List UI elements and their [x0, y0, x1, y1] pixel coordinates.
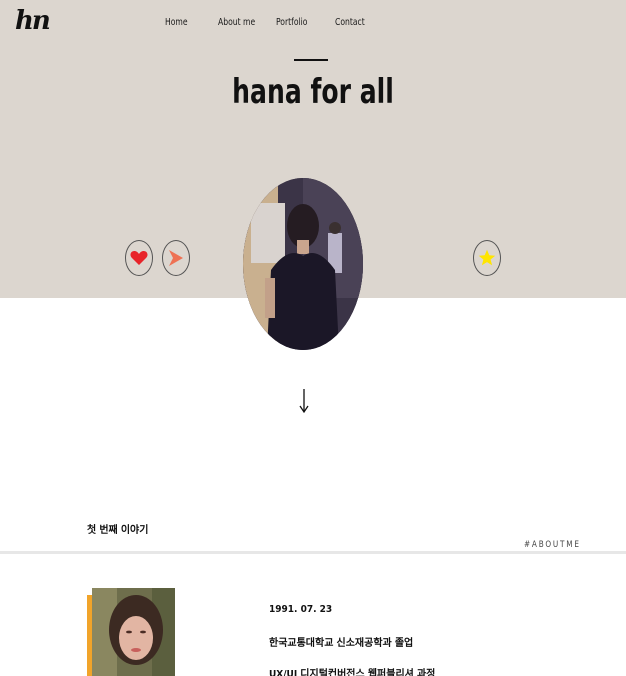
main-nav: Home About me Portfolio Contact [0, 17, 626, 33]
section-divider [0, 551, 626, 554]
about-photo [92, 588, 175, 676]
play-icon [169, 250, 183, 266]
profile-photo [243, 178, 363, 350]
heart-icon [130, 251, 148, 265]
like-button[interactable] [125, 240, 153, 276]
nav-item-portfolio[interactable]: Portfolio [276, 17, 307, 28]
page-title: hana for all [232, 72, 394, 112]
arrow-down-icon[interactable] [298, 388, 310, 414]
play-button[interactable] [162, 240, 190, 276]
education-text: 한국교통대학교 신소재공학과 졸업 [269, 638, 414, 649]
nav-item-about[interactable]: About me [218, 17, 255, 28]
birthdate-text: 1991. 07. 23 [269, 604, 333, 615]
title-divider [294, 59, 328, 61]
nav-item-home[interactable]: Home [165, 17, 188, 28]
favorite-button[interactable] [473, 240, 501, 276]
nav-item-contact[interactable]: Contact [335, 17, 365, 28]
section-title: 첫 번째 이야기 [87, 525, 149, 536]
course-text: UX/UI 디지털컨버전스 웹퍼블리셔 과정 [269, 669, 436, 676]
section-tag: #ABOUTME [524, 540, 581, 550]
star-icon [478, 249, 496, 266]
